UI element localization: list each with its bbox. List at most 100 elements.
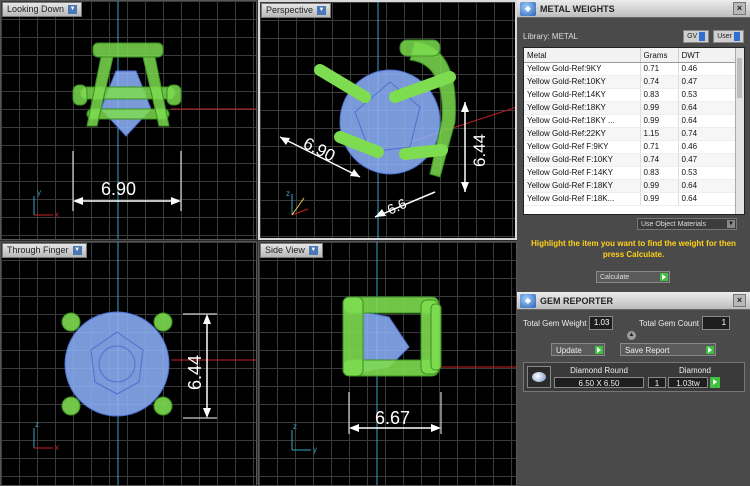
metal-cell: Yellow Gold-Ref F:14KY (524, 166, 641, 180)
update-button[interactable]: Update (551, 343, 605, 356)
viewport-perspective[interactable]: Perspective ▼ 6.90 6.44 6.6 z (258, 0, 517, 240)
total-gem-count-row: Total Gem Count 1 (639, 316, 731, 330)
metal-cell: Yellow Gold-Ref:10KY (524, 75, 641, 89)
user-label: User (717, 32, 732, 40)
metal-cell: Yellow Gold-Ref F:18K... (524, 192, 641, 206)
total-gem-weight-label: Total Gem Weight (523, 318, 587, 328)
dropdown-arrow-icon[interactable]: ▼ (68, 5, 78, 14)
dwt-cell: 0.46 (678, 140, 737, 154)
dwt-cell: 0.64 (678, 179, 737, 193)
axis-x-label: x (55, 210, 59, 219)
gv-label: GV (687, 32, 698, 40)
right-panel: ◆ METAL WEIGHTS × Library: METAL GV User… (517, 0, 750, 486)
dimension-label-b: 6.44 (470, 134, 489, 167)
library-label: Library: METAL (523, 31, 578, 41)
user-button[interactable]: User (713, 29, 744, 43)
table-scrollbar[interactable] (735, 48, 744, 214)
metal-weights-header: ◆ METAL WEIGHTS × (517, 0, 750, 18)
grams-cell: 0.74 (640, 153, 679, 167)
column-header-metal[interactable]: Metal (524, 48, 641, 63)
side-view-drawing: 6.67 z y (291, 242, 516, 485)
grams-cell: 0.99 (640, 192, 679, 206)
viewport-label-side-view[interactable]: Side View ▼ (260, 243, 323, 258)
total-gem-count-label: Total Gem Count (639, 318, 700, 328)
gem-reporter-header: ◆ GEM REPORTER × (517, 292, 750, 310)
dimension-label: 6.90 (101, 179, 136, 199)
gv-button[interactable]: GV (683, 29, 710, 43)
table-row[interactable]: Yellow Gold-Ref F:14KY 0.83 0.53 (524, 166, 737, 180)
metal-cell: Yellow Gold-Ref F:10KY (524, 153, 641, 167)
through-finger-drawing: 6.44 z x (33, 242, 256, 485)
save-report-button[interactable]: Save Report (620, 343, 716, 356)
info-icon (734, 31, 740, 41)
metal-weights-logo-icon: ◆ (520, 1, 536, 16)
table-row[interactable]: Yellow Gold-Ref F:9KY 0.71 0.46 (524, 140, 737, 154)
calculate-label: Calculate (600, 274, 630, 281)
total-gem-weight-value: 1.03 (589, 316, 614, 330)
viewport-looking-down[interactable]: Looking Down ▼ 6.90 y x (0, 0, 257, 240)
table-row[interactable]: Yellow Gold-Ref:18KY 0.99 0.64 (524, 101, 737, 115)
table-row[interactable]: Yellow Gold-Ref:18KY ... 0.99 0.64 (524, 114, 737, 128)
column-header-dwt[interactable]: DWT (678, 48, 737, 63)
viewport-label-perspective[interactable]: Perspective ▼ (261, 3, 332, 18)
use-object-materials-label: Use Object Materials (641, 221, 706, 228)
info-icon (699, 31, 706, 41)
table-row[interactable]: Yellow Gold-Ref:10KY 0.74 0.47 (524, 75, 737, 89)
table-row[interactable]: Yellow Gold-Ref:22KY 1.15 0.74 (524, 127, 737, 141)
dwt-cell: 0.47 (678, 153, 737, 167)
gem-list-item[interactable]: Diamond Round 6.50 X 6.50 Diamond 1 1.03… (523, 362, 745, 392)
object-materials-row: Use Object Materials ▼ (517, 217, 750, 231)
grams-cell: 0.83 (640, 88, 679, 102)
gem-go-button[interactable] (710, 377, 720, 388)
metal-weights-section: ◆ METAL WEIGHTS × Library: METAL GV User… (517, 0, 750, 290)
grams-cell: 0.74 (640, 75, 679, 89)
viewport-label-through-finger[interactable]: Through Finger ▼ (2, 243, 87, 258)
axis-x-label: x (55, 443, 59, 452)
viewport-label-looking-down[interactable]: Looking Down ▼ (2, 2, 83, 17)
metal-cell: Yellow Gold-Ref:18KY ... (524, 114, 641, 128)
grams-cell: 0.99 (640, 179, 679, 193)
dropdown-arrow-icon[interactable]: ▼ (308, 246, 318, 255)
metal-cell: Yellow Gold-Ref F:18KY (524, 179, 641, 193)
table-row[interactable]: Yellow Gold-Ref F:18K... 0.99 0.64 (524, 192, 737, 206)
total-gem-weight-row: Total Gem Weight 1.03 (523, 316, 614, 330)
gem-weight: 1.03tw (668, 377, 708, 388)
close-icon[interactable]: × (733, 294, 746, 307)
viewport-label-text: Perspective (266, 5, 314, 15)
update-label: Update (556, 346, 582, 355)
dimension-label-a: 6.90 (300, 134, 338, 166)
calculate-hint: Highlight the item you want to find the … (531, 239, 736, 259)
grams-cell: 0.71 (640, 140, 679, 154)
diamond-round-icon (527, 366, 551, 388)
viewport-through-finger[interactable]: Through Finger ▼ 6.44 z x (0, 241, 257, 486)
collapse-toggle-icon[interactable]: ▲ (627, 331, 636, 340)
use-object-materials-select[interactable]: Use Object Materials ▼ (637, 218, 737, 230)
dimension-label: 6.67 (375, 408, 410, 428)
go-arrow-icon (706, 346, 714, 354)
gem-type: Diamond (678, 366, 711, 375)
gem-count: 1 (648, 377, 666, 388)
dwt-cell: 0.47 (678, 75, 737, 89)
viewport-label-text: Side View (265, 245, 305, 255)
table-row[interactable]: Yellow Gold-Ref F:18KY 0.99 0.64 (524, 179, 737, 193)
calculate-button[interactable]: Calculate (596, 271, 670, 283)
grams-cell: 0.99 (640, 114, 679, 128)
dropdown-arrow-icon[interactable]: ▼ (72, 246, 82, 255)
perspective-drawing: 6.90 6.44 6.6 z (279, 2, 515, 238)
grams-cell: 1.15 (640, 127, 679, 141)
viewport-side-view[interactable]: Side View ▼ 6.67 z y (258, 241, 517, 486)
scrollbar-thumb[interactable] (737, 58, 742, 98)
axis-z-label: z (293, 422, 297, 431)
dimension-label-c: 6.6 (385, 195, 410, 218)
close-icon[interactable]: × (733, 2, 746, 15)
gem-shape: Diamond Round (570, 366, 628, 375)
looking-down-drawing: 6.90 y x (33, 1, 256, 239)
gem-size: 6.50 X 6.50 (554, 377, 644, 388)
table-row[interactable]: Yellow Gold-Ref F:10KY 0.74 0.47 (524, 153, 737, 167)
table-row[interactable]: Yellow Gold-Ref:14KY 0.83 0.53 (524, 88, 737, 102)
column-header-grams[interactable]: Grams (640, 48, 679, 63)
axis-y-label: y (313, 445, 317, 454)
metal-weights-table[interactable]: Metal Grams DWT Yellow Gold-Ref:9KY 0.71 0… (523, 47, 745, 215)
table-row[interactable]: Yellow Gold-Ref:9KY 0.71 0.46 (524, 62, 737, 76)
dropdown-arrow-icon[interactable]: ▼ (317, 6, 327, 15)
